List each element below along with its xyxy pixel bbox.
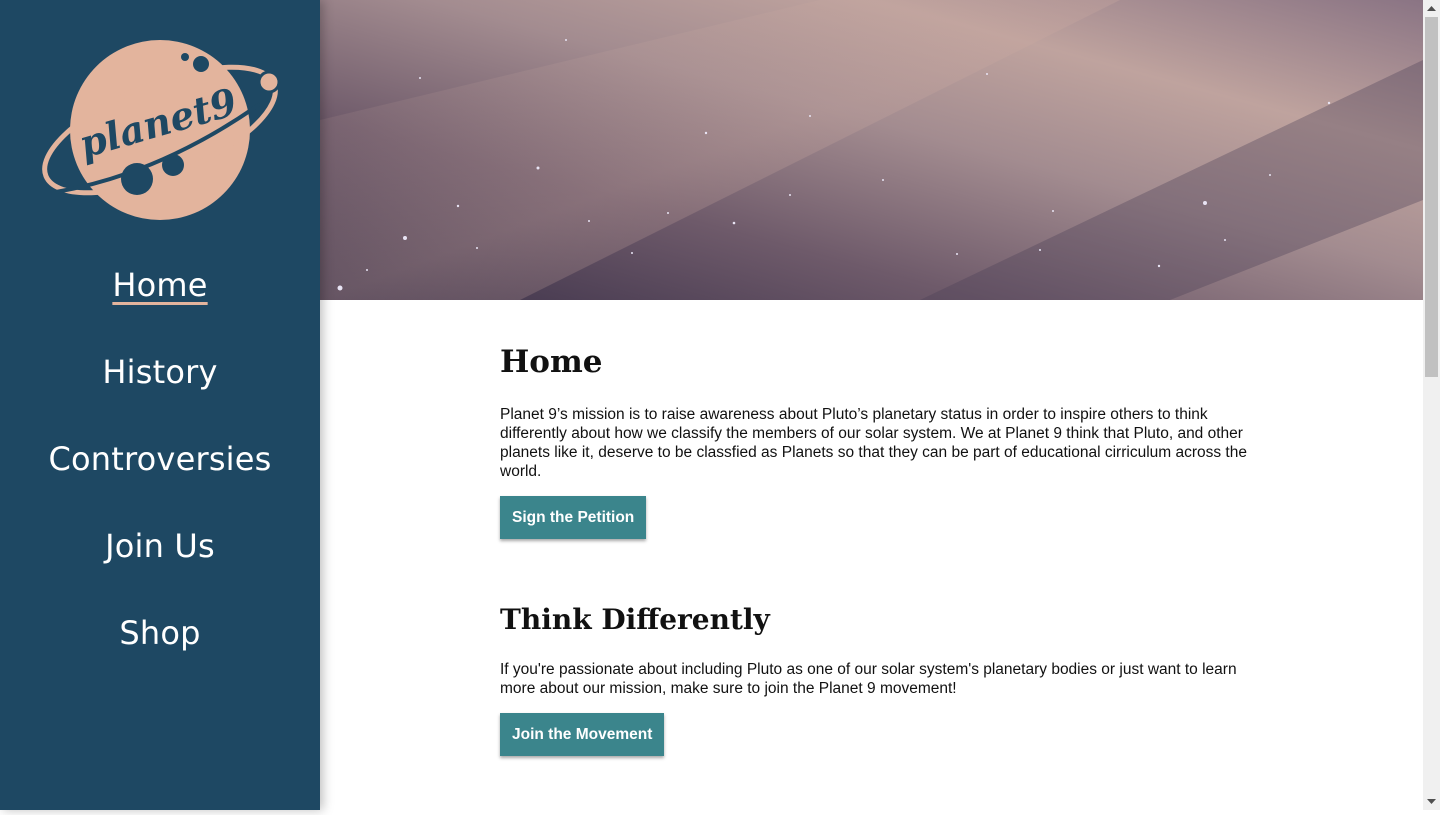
section-title-home: Home xyxy=(500,344,603,380)
sign-petition-button[interactable]: Sign the Petition xyxy=(500,496,647,539)
nav-label: History xyxy=(102,353,218,391)
section-title-think-differently: Think Differently xyxy=(500,603,770,636)
main-nav: Home History Controversies Join Us Shop xyxy=(0,255,320,690)
scroll-thumb[interactable] xyxy=(1425,17,1438,377)
nav-label: Shop xyxy=(119,614,201,652)
sidebar: planet9 Home History Controversies Join … xyxy=(0,0,320,810)
hero-image xyxy=(320,0,1423,300)
nav-label: Join Us xyxy=(105,527,215,565)
scroll-down-arrow-icon[interactable] xyxy=(1423,793,1440,810)
vertical-scrollbar[interactable] xyxy=(1423,0,1440,810)
nav-label: Controversies xyxy=(48,440,272,478)
nav-item-history[interactable]: History xyxy=(0,342,320,429)
nav-item-controversies[interactable]: Controversies xyxy=(0,429,320,516)
nav-item-shop[interactable]: Shop xyxy=(0,603,320,690)
movement-paragraph: If you're passionate about including Plu… xyxy=(500,661,1237,697)
mission-paragraph: Planet 9’s mission is to raise awareness… xyxy=(500,406,1247,480)
nav-label: Home xyxy=(112,266,208,304)
scroll-up-arrow-icon[interactable] xyxy=(1423,0,1440,17)
join-movement-button[interactable]: Join the Movement xyxy=(500,713,665,756)
planet9-logo[interactable]: planet9 xyxy=(36,34,284,226)
nav-item-home[interactable]: Home xyxy=(0,255,320,342)
nav-item-join-us[interactable]: Join Us xyxy=(0,516,320,603)
